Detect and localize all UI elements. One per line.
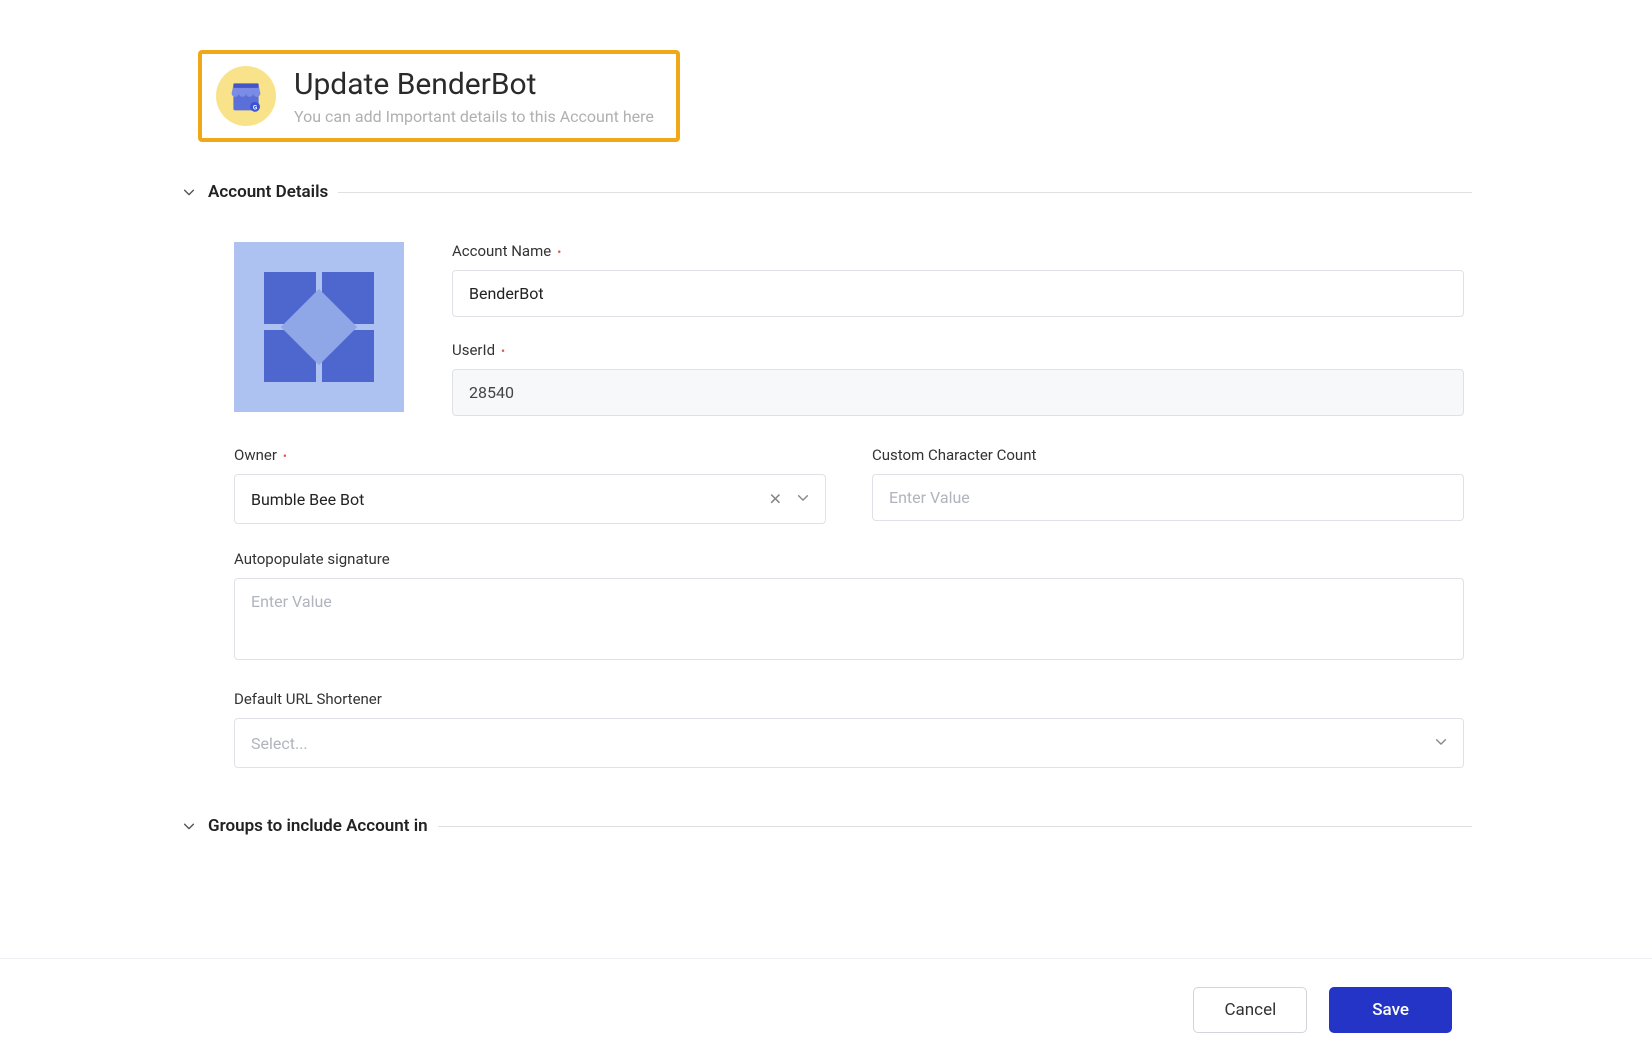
chevron-down-icon bbox=[180, 817, 198, 835]
divider bbox=[438, 826, 1472, 827]
footer-action-bar: Cancel Save bbox=[0, 958, 1652, 1060]
section-title: Groups to include Account in bbox=[208, 816, 428, 836]
select-owner[interactable]: Bumble Bee Bot bbox=[234, 474, 826, 524]
select-owner-value: Bumble Bee Bot bbox=[251, 490, 364, 509]
field-custom-char-count: Custom Character Count bbox=[872, 446, 1464, 524]
select-url-shortener-placeholder: Select... bbox=[251, 734, 308, 753]
chevron-down-icon bbox=[1434, 734, 1448, 753]
section-title: Account Details bbox=[208, 182, 328, 202]
label-url-shortener: Default URL Shortener bbox=[234, 690, 1464, 708]
clear-icon[interactable]: ✕ bbox=[769, 490, 782, 509]
account-avatar-placeholder[interactable] bbox=[234, 242, 404, 412]
page-title: Update BenderBot bbox=[294, 67, 654, 103]
label-owner: Owner bbox=[234, 446, 826, 464]
section-header-groups[interactable]: Groups to include Account in bbox=[180, 816, 1472, 836]
field-auto-signature: Autopopulate signature bbox=[234, 550, 1464, 664]
label-account-name: Account Name bbox=[452, 242, 1464, 260]
field-owner: Owner Bumble Bee Bot ✕ bbox=[234, 446, 826, 524]
page-header-highlight: G Update BenderBot You can add Important… bbox=[198, 50, 680, 142]
select-url-shortener[interactable]: Select... bbox=[234, 718, 1464, 768]
field-user-id: UserId bbox=[452, 341, 1464, 416]
chevron-down-icon bbox=[796, 490, 810, 509]
divider bbox=[338, 192, 1472, 193]
input-auto-signature[interactable] bbox=[234, 578, 1464, 660]
cancel-button[interactable]: Cancel bbox=[1193, 987, 1307, 1033]
field-url-shortener: Default URL Shortener Select... bbox=[234, 690, 1464, 768]
label-user-id: UserId bbox=[452, 341, 1464, 359]
save-button[interactable]: Save bbox=[1329, 987, 1452, 1033]
label-auto-signature: Autopopulate signature bbox=[234, 550, 1464, 568]
input-user-id bbox=[452, 369, 1464, 416]
svg-text:G: G bbox=[253, 104, 257, 112]
label-custom-char-count: Custom Character Count bbox=[872, 446, 1464, 464]
input-account-name[interactable] bbox=[452, 270, 1464, 317]
input-custom-char-count[interactable] bbox=[872, 474, 1464, 521]
storefront-icon: G bbox=[216, 66, 276, 126]
page-subtitle: You can add Important details to this Ac… bbox=[294, 107, 654, 126]
chevron-down-icon bbox=[180, 183, 198, 201]
section-header-account-details[interactable]: Account Details bbox=[180, 182, 1472, 202]
field-account-name: Account Name bbox=[452, 242, 1464, 317]
